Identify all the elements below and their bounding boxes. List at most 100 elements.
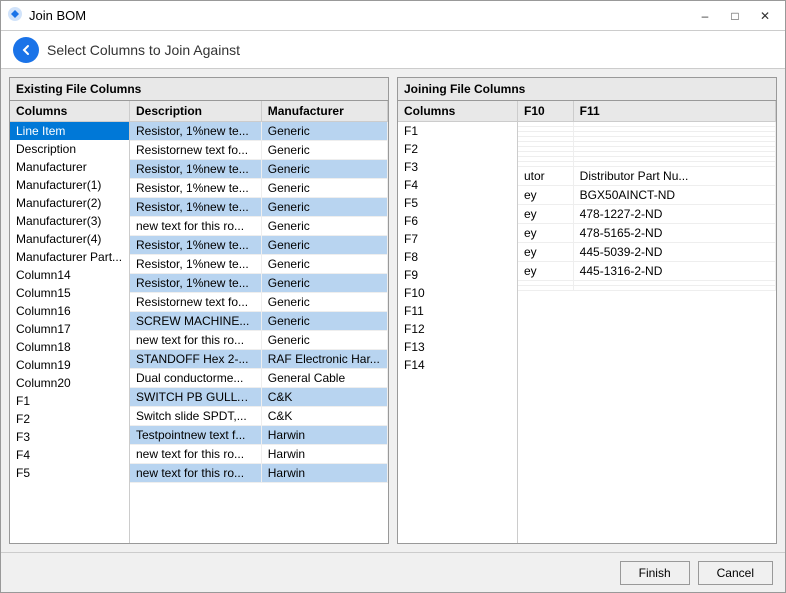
existing-cell-mfr: Generic	[261, 293, 387, 312]
existing-col-item[interactable]: Description	[10, 140, 129, 158]
existing-col-item[interactable]: Column19	[10, 356, 129, 374]
existing-col-item[interactable]: Line Item	[10, 122, 129, 140]
existing-cell-desc: Resistor, 1%new te...	[130, 122, 261, 141]
existing-cell-desc: new text for this ro...	[130, 445, 261, 464]
joining-cell-1: ey	[518, 243, 573, 262]
existing-cell-mfr: General Cable	[261, 369, 387, 388]
existing-cell-desc: new text for this ro...	[130, 331, 261, 350]
existing-preview-table: Description Manufacturer Resistor, 1%new…	[130, 101, 388, 483]
joining-col-item[interactable]: F9	[398, 266, 517, 284]
joining-col-item[interactable]: F13	[398, 338, 517, 356]
joining-preview-area[interactable]: F10 F11 utorDistributor Part Nu...eyBGX5…	[518, 101, 776, 543]
existing-col-item[interactable]: Manufacturer(4)	[10, 230, 129, 248]
existing-col-item[interactable]: F1	[10, 392, 129, 410]
existing-col-item[interactable]: Column17	[10, 320, 129, 338]
maximize-button[interactable]: □	[721, 5, 749, 27]
existing-cell-desc: Switch slide SPDT,...	[130, 407, 261, 426]
joining-preview-row: ey478-5165-2-ND	[518, 224, 776, 243]
joining-col-item[interactable]: F2	[398, 140, 517, 158]
existing-preview-row: Resistor, 1%new te...Generic	[130, 274, 388, 293]
existing-col-item[interactable]: F2	[10, 410, 129, 428]
existing-preview-row: STANDOFF Hex 2-...RAF Electronic Har...	[130, 350, 388, 369]
joining-col-item[interactable]: F7	[398, 230, 517, 248]
joining-col-item[interactable]: F11	[398, 302, 517, 320]
existing-panel-body: Columns Line ItemDescriptionManufacturer…	[10, 101, 388, 543]
joining-preview-row: ey478-1227-2-ND	[518, 205, 776, 224]
existing-cell-desc: new text for this ro...	[130, 217, 261, 236]
main-window: Join BOM – □ ✕ Select Columns to Join Ag…	[0, 0, 786, 593]
joining-col-item[interactable]: F5	[398, 194, 517, 212]
existing-preview-area[interactable]: Description Manufacturer Resistor, 1%new…	[130, 101, 388, 543]
existing-col-item[interactable]: Column15	[10, 284, 129, 302]
existing-col-item[interactable]: Column16	[10, 302, 129, 320]
existing-col-item[interactable]: F3	[10, 428, 129, 446]
existing-col-item[interactable]: Manufacturer Part...	[10, 248, 129, 266]
existing-cell-desc: SWITCH PB GULLW...	[130, 388, 261, 407]
existing-cell-mfr: Generic	[261, 312, 387, 331]
existing-cell-mfr: Generic	[261, 179, 387, 198]
joining-col-item[interactable]: F3	[398, 158, 517, 176]
existing-col-item[interactable]: Manufacturer	[10, 158, 129, 176]
existing-col-item[interactable]: F5	[10, 464, 129, 482]
existing-cell-mfr: Harwin	[261, 464, 387, 483]
window-title: Join BOM	[29, 8, 86, 23]
existing-cell-mfr: Generic	[261, 160, 387, 179]
existing-preview-row: Resistornew text fo...Generic	[130, 293, 388, 312]
existing-preview-row: Testpointnew text f...Harwin	[130, 426, 388, 445]
existing-cell-desc: SCREW MACHINE...	[130, 312, 261, 331]
back-button[interactable]	[13, 37, 39, 63]
existing-col-item[interactable]: Manufacturer(3)	[10, 212, 129, 230]
existing-col-item[interactable]: Manufacturer(2)	[10, 194, 129, 212]
existing-col-item[interactable]: Column20	[10, 374, 129, 392]
existing-preview-row: Resistor, 1%new te...Generic	[130, 236, 388, 255]
joining-cell-2: Distributor Part Nu...	[573, 167, 775, 186]
joining-cell-2: 478-5165-2-ND	[573, 224, 775, 243]
existing-cell-desc: Resistor, 1%new te...	[130, 198, 261, 217]
existing-cell-mfr: Generic	[261, 274, 387, 293]
existing-cell-mfr: Generic	[261, 122, 387, 141]
joining-preview-header-f10: F10	[518, 101, 573, 122]
joining-cell-1: ey	[518, 186, 573, 205]
existing-preview-row: Resistor, 1%new te...Generic	[130, 198, 388, 217]
joining-cell-2: 478-1227-2-ND	[573, 205, 775, 224]
existing-col-item[interactable]: Manufacturer(1)	[10, 176, 129, 194]
existing-preview-row: Resistornew text fo...Generic	[130, 141, 388, 160]
existing-cell-mfr: Harwin	[261, 426, 387, 445]
subtitle-bar: Select Columns to Join Against	[1, 31, 785, 69]
existing-preview-row: Resistor, 1%new te...Generic	[130, 179, 388, 198]
joining-column-list[interactable]: Columns F1F2F3F4F5F6F7F8F9F10F11F12F13F1…	[398, 101, 518, 543]
existing-preview-row: Resistor, 1%new te...Generic	[130, 160, 388, 179]
existing-col-item[interactable]: Column14	[10, 266, 129, 284]
joining-col-item[interactable]: F12	[398, 320, 517, 338]
existing-cell-mfr: Generic	[261, 141, 387, 160]
existing-preview-row: Resistor, 1%new te...Generic	[130, 122, 388, 141]
existing-col-item[interactable]: F4	[10, 446, 129, 464]
joining-cell-1: utor	[518, 167, 573, 186]
cancel-button[interactable]: Cancel	[698, 561, 773, 585]
existing-cell-desc: Resistor, 1%new te...	[130, 160, 261, 179]
existing-preview-row: Resistor, 1%new te...Generic	[130, 255, 388, 274]
joining-panel: Joining File Columns Columns F1F2F3F4F5F…	[397, 77, 777, 544]
existing-panel-header: Existing File Columns	[10, 78, 388, 101]
existing-column-list[interactable]: Columns Line ItemDescriptionManufacturer…	[10, 101, 130, 543]
joining-col-item[interactable]: F8	[398, 248, 517, 266]
existing-cell-desc: Resistor, 1%new te...	[130, 255, 261, 274]
joining-cell-1: ey	[518, 205, 573, 224]
footer: Finish Cancel	[1, 552, 785, 592]
existing-preview-row: SWITCH PB GULLW...C&K	[130, 388, 388, 407]
existing-preview-row: new text for this ro...Harwin	[130, 464, 388, 483]
joining-col-item[interactable]: F14	[398, 356, 517, 374]
existing-col-item[interactable]: Column18	[10, 338, 129, 356]
joining-preview-row: ey445-5039-2-ND	[518, 243, 776, 262]
close-button[interactable]: ✕	[751, 5, 779, 27]
minimize-button[interactable]: –	[691, 5, 719, 27]
joining-columns-header: Columns	[398, 101, 517, 122]
joining-col-item[interactable]: F6	[398, 212, 517, 230]
existing-preview-row: new text for this ro...Generic	[130, 217, 388, 236]
joining-col-item[interactable]: F1	[398, 122, 517, 140]
joining-col-item[interactable]: F10	[398, 284, 517, 302]
joining-col-item[interactable]: F4	[398, 176, 517, 194]
existing-cell-desc: Resistor, 1%new te...	[130, 236, 261, 255]
finish-button[interactable]: Finish	[620, 561, 690, 585]
app-icon	[7, 6, 23, 25]
